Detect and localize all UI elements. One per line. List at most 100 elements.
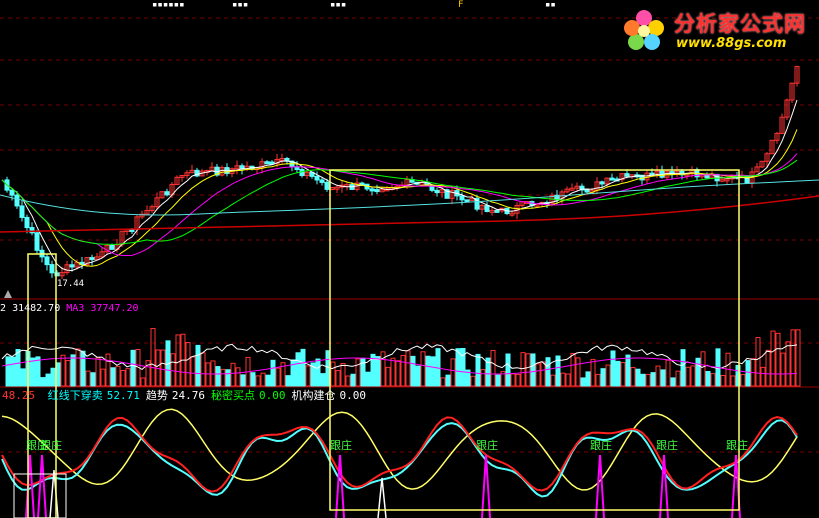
volume-bar — [265, 374, 271, 387]
volume-bar — [420, 351, 426, 387]
volume-bar — [385, 366, 391, 387]
genzhuang-label-2: 跟庄 — [330, 439, 352, 452]
volume-bar — [745, 360, 751, 387]
indicator-red-line — [1, 415, 798, 493]
genzhuang-label-1: 跟庄 — [40, 439, 62, 452]
indicator-item-label-3: 机构建仓 — [291, 389, 336, 402]
volume-bar — [260, 372, 266, 387]
chart-canvas[interactable] — [0, 0, 819, 518]
volume-bar — [490, 349, 496, 387]
candle-body — [314, 175, 320, 181]
candle-body — [264, 161, 270, 165]
volume-bar — [85, 370, 91, 387]
genzhuang-label-6: 跟庄 — [726, 439, 748, 452]
volume-bar — [510, 373, 516, 387]
buy-signal-spike-1 — [37, 454, 47, 518]
buy-signal-spike-3 — [481, 454, 491, 518]
volume-bar — [200, 352, 206, 387]
volume-bar — [625, 354, 631, 387]
volume-bar — [410, 355, 416, 387]
candle-body — [9, 189, 15, 196]
volume-bar — [275, 367, 281, 387]
volume-bar — [300, 348, 306, 387]
volume-bar — [50, 367, 56, 387]
volume-bar — [350, 373, 356, 387]
logo-title: 分析家公式网 — [674, 12, 806, 36]
volume-bar — [545, 357, 551, 387]
genzhuang-label-4: 跟庄 — [590, 439, 612, 452]
candle-body — [744, 175, 750, 184]
indicator-labels: 48.25 红线下穿卖 52.71 趋势 24.76 秘密买点 0.00 机构建仓 0.00 — [2, 390, 366, 402]
volume-bar — [335, 370, 341, 387]
volume-bar — [480, 369, 486, 387]
candle-body — [459, 195, 465, 201]
volume-bar — [320, 373, 326, 387]
volume-bar — [620, 362, 626, 387]
volume-bar — [115, 365, 121, 387]
volume-bar — [5, 356, 11, 387]
genzhuang-label-5: 跟庄 — [656, 439, 678, 452]
volume-bar — [595, 373, 601, 387]
volume-bar — [65, 360, 71, 387]
candle-body — [69, 264, 75, 268]
volume-bar — [45, 373, 51, 387]
volume-bar — [210, 360, 216, 387]
volume-bar — [690, 365, 696, 387]
volume-bar — [615, 360, 621, 387]
candle-body — [609, 177, 615, 181]
indicator-item-value-1: 24.76 — [171, 389, 205, 402]
volume-bar — [255, 375, 261, 387]
volume-bar — [760, 366, 766, 387]
candle-body — [324, 181, 330, 190]
volume-bar — [665, 359, 671, 387]
volume-bar — [550, 374, 556, 387]
volume-bar — [785, 341, 791, 387]
indicator-item-value-0: 52.71 — [106, 389, 140, 402]
volume-bar — [495, 374, 501, 387]
volume-bar — [285, 375, 291, 387]
volume-bar — [390, 357, 396, 387]
candle-body — [34, 232, 40, 251]
site-logo: 分析家公式网 www.88gs.com — [614, 6, 809, 56]
volume-bar — [425, 355, 431, 387]
volume-ma-labels: 2 31482.70 MA3 37747.20 — [0, 303, 139, 315]
volume-bar — [775, 332, 781, 387]
volume-bar — [670, 377, 676, 387]
volume-bar — [605, 364, 611, 387]
indicator-item-label-0: 红线下穿卖 — [47, 389, 103, 402]
low-marker-icon — [4, 290, 12, 298]
indicator-first-value: 48.25 — [2, 389, 36, 402]
volume-bar — [435, 348, 441, 387]
volume-bar — [190, 356, 196, 387]
volume-bar — [415, 365, 421, 387]
volume-bar — [395, 360, 401, 387]
candle-body — [89, 257, 95, 261]
volume-bar — [675, 370, 681, 387]
candle-body — [14, 194, 20, 207]
volume-bar — [755, 336, 761, 387]
volume-bar — [565, 373, 571, 387]
volume-bar — [765, 349, 771, 387]
volume-bar — [515, 373, 521, 387]
volume-bar — [400, 354, 406, 387]
candle-body — [374, 189, 380, 193]
indicator-item-value-3: 0.00 — [339, 389, 367, 402]
volume-bar — [450, 358, 456, 387]
candle-body — [24, 216, 30, 229]
volume-bar — [195, 344, 201, 387]
ma2-value: 31482.70 — [12, 303, 61, 314]
volume-bar — [295, 352, 301, 387]
volume-bar — [15, 349, 21, 387]
volume-bar — [270, 359, 276, 387]
volume-bar — [235, 367, 241, 387]
volume-bar — [790, 329, 796, 387]
volume-bar — [40, 377, 46, 387]
volume-bar — [740, 374, 746, 387]
volume-bar — [90, 372, 96, 387]
volume-bar — [100, 368, 106, 387]
volume-bar — [345, 375, 351, 387]
volume-bar — [655, 365, 661, 387]
volume-bar — [585, 371, 591, 387]
volume-bar — [105, 353, 111, 387]
buy-signal-spike-4 — [595, 454, 605, 518]
